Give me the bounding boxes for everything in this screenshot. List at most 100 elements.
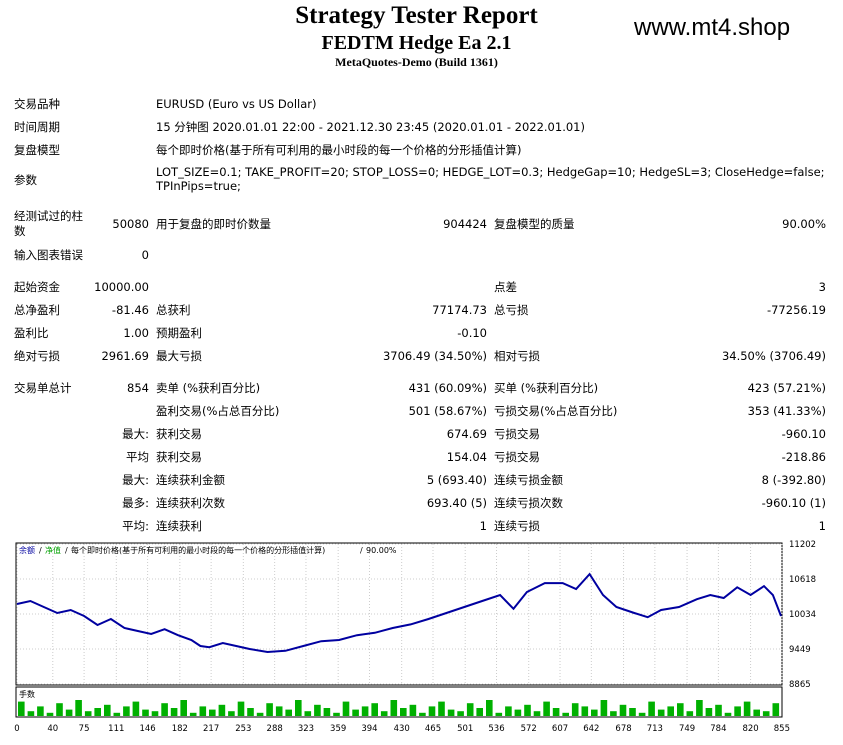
- x-tick-11: 394: [361, 724, 377, 734]
- volume-bar-68: [667, 706, 674, 716]
- volume-bar-13: [142, 709, 149, 716]
- gross-profit-label: 总获利: [156, 303, 191, 317]
- gross-loss-value: -77256.19: [766, 303, 826, 317]
- net-profit-label: 总净盈利: [14, 303, 60, 317]
- symbol-value: EURUSD (Euro vs US Dollar): [156, 97, 317, 111]
- x-tick-24: 855: [774, 724, 790, 734]
- volume-bar-27: [275, 706, 283, 716]
- volume-bar-29: [295, 700, 302, 716]
- max-drawdown-value: 3706.49 (34.50%): [382, 349, 487, 363]
- ticks-label: 用于复盘的即时价数量: [156, 217, 271, 231]
- build-info: MetaQuotes-Demo (Build 1361): [335, 55, 498, 69]
- watermark-link[interactable]: www.mt4.shop: [634, 14, 790, 42]
- x-tick-22: 784: [710, 724, 726, 734]
- largest-profit-label: 获利交易: [156, 427, 202, 441]
- most-cons-profit-label: 连续获利次数: [156, 496, 225, 510]
- volume-bar-66: [648, 701, 655, 716]
- volume-bar-61: [600, 700, 608, 716]
- volume-bar-11: [123, 706, 130, 716]
- x-tick-18: 642: [583, 724, 599, 734]
- volume-bar-49: [486, 700, 493, 716]
- volume-bar-62: [610, 711, 617, 716]
- x-tick-16: 572: [521, 724, 537, 734]
- x-tick-3: 111: [108, 724, 124, 734]
- most-cons-prefix: 最多:: [122, 496, 149, 510]
- avg-cons-wins-value: 1: [479, 519, 487, 533]
- legend-balance: 余额: [19, 545, 35, 555]
- volume-bar-47: [466, 703, 474, 716]
- expected-payoff-label: 预期盈利: [156, 326, 202, 340]
- x-tick-19: 678: [615, 724, 631, 734]
- max-cons-wins-label: 连续获利金额: [156, 473, 225, 487]
- total-trades-value: 854: [127, 381, 149, 395]
- volume-bar-10: [113, 712, 121, 716]
- x-tick-23: 820: [742, 724, 758, 734]
- x-tick-1: 40: [47, 724, 58, 734]
- x-tick-8: 288: [267, 724, 283, 734]
- volume-bar-75: [734, 706, 741, 716]
- y-tick-0: 11202: [789, 540, 816, 550]
- legend-sep-1: /: [39, 546, 42, 555]
- volume-bar-73: [715, 704, 722, 716]
- volume-bar-19: [199, 706, 207, 716]
- volume-bar-58: [571, 703, 579, 716]
- volume-bar-64: [629, 708, 636, 716]
- x-tick-0: 0: [14, 724, 19, 734]
- largest-loss-label: 亏损交易: [494, 427, 540, 441]
- net-profit-value: -81.46: [111, 303, 149, 317]
- legend-quality: 90.00%: [366, 546, 397, 555]
- x-tick-13: 465: [425, 724, 441, 734]
- volume-bar-77: [753, 709, 760, 716]
- x-tick-9: 323: [298, 724, 314, 734]
- loss-trades-value: 353 (41.33%): [747, 404, 826, 418]
- volume-bar-21: [218, 704, 226, 716]
- quality-value: 90.00%: [782, 217, 826, 231]
- volume-bar-44: [438, 701, 445, 716]
- x-tick-17: 607: [552, 724, 568, 734]
- profit-factor-value: 1.00: [123, 326, 149, 340]
- volume-bar-35: [352, 709, 359, 716]
- volume-bar-74: [724, 712, 732, 716]
- volume-bar-5: [65, 709, 73, 716]
- y-tick-2: 10034: [789, 610, 816, 620]
- volume-bar-72: [705, 708, 713, 716]
- volume-bar-2: [37, 706, 44, 716]
- gross-profit-value: 77174.73: [432, 303, 487, 317]
- volume-bar-51: [505, 706, 512, 716]
- average-profit-label: 获利交易: [156, 450, 202, 464]
- volume-bar-50: [495, 712, 503, 716]
- volume-bar-43: [428, 706, 436, 716]
- max-cons-losses-label: 连续亏损金额: [494, 473, 563, 487]
- deposit-value: 10000.00: [94, 280, 149, 294]
- spread-label: 点差: [494, 280, 517, 294]
- volume-bar-14: [151, 711, 159, 716]
- x-tick-2: 75: [79, 724, 90, 734]
- max-cons-wins-value: 5 (693.40): [426, 473, 487, 487]
- x-tick-15: 536: [488, 724, 504, 734]
- volume-bar-33: [333, 712, 340, 716]
- max-cons-prefix: 最大:: [122, 473, 149, 487]
- x-tick-4: 146: [139, 724, 155, 734]
- legend-sep-2: /: [65, 546, 68, 555]
- rel-drawdown-value: 34.50% (3706.49): [721, 349, 826, 363]
- max-drawdown-label: 最大亏损: [156, 349, 202, 363]
- volume-label: 手数: [19, 689, 35, 699]
- largest-loss-value: -960.10: [781, 427, 826, 441]
- rel-drawdown-label: 相对亏损: [494, 349, 540, 363]
- volume-bar-7: [84, 711, 92, 716]
- most-cons-profit-value: 693.40 (5): [426, 496, 487, 510]
- volume-bar-31: [314, 704, 321, 716]
- volume-bar-60: [591, 709, 598, 716]
- y-tick-3: 9449: [789, 645, 811, 655]
- volume-plot-frame: [15, 686, 783, 718]
- bars-label-2: 数: [14, 224, 26, 238]
- volume-bar-26: [266, 703, 273, 716]
- volume-bar-76: [743, 701, 751, 716]
- x-tick-6: 217: [203, 724, 219, 734]
- gross-loss-label: 总亏损: [494, 303, 529, 317]
- volume-bar-38: [380, 711, 388, 716]
- volume-bar-22: [228, 711, 235, 716]
- volume-bar-54: [533, 711, 541, 716]
- volume-bar-15: [161, 703, 168, 716]
- bars-value: 50080: [112, 217, 149, 231]
